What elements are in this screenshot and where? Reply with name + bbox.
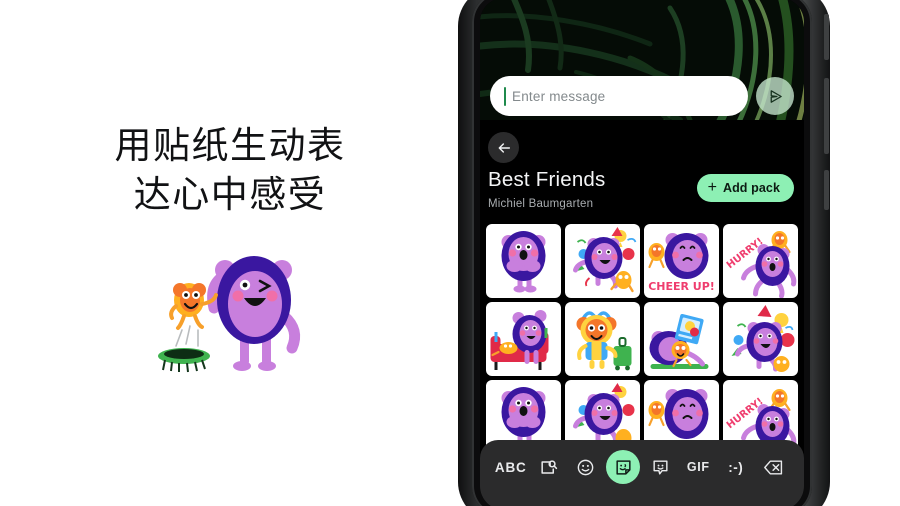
promo-headline: 用贴纸生动表 达心中感受 — [0, 122, 460, 220]
sticker-icon — [616, 459, 631, 475]
emoticon-label: :-) — [728, 459, 744, 475]
sticker-item[interactable] — [565, 224, 640, 298]
message-bar: Enter message — [480, 72, 804, 120]
gif-key[interactable]: GIF — [681, 450, 715, 484]
add-pack-label: Add pack — [722, 181, 780, 195]
headline-line-2: 达心中感受 — [133, 172, 327, 216]
back-button[interactable] — [488, 132, 519, 163]
send-button[interactable] — [756, 77, 794, 115]
sticker-item[interactable] — [644, 302, 719, 376]
image-search-icon — [541, 459, 557, 474]
sticker-item[interactable] — [565, 302, 640, 376]
sticker-item[interactable] — [486, 302, 561, 376]
screenshot-root: 用贴纸生动表 达心中感受 Enter message Best Friends … — [0, 0, 900, 506]
add-pack-button[interactable]: + Add pack — [696, 174, 794, 202]
backspace-icon — [763, 459, 782, 475]
sticker-panel: Best Friends Michiel Baumgarten + Add pa… — [480, 120, 804, 506]
sticker-caption: CHEER UP! — [648, 280, 715, 293]
text-cursor — [504, 86, 506, 106]
phone-side-button-1[interactable] — [824, 14, 829, 60]
plus-icon: + — [707, 179, 717, 196]
emoji-icon — [577, 459, 594, 475]
avatar-sticker-button[interactable] — [644, 450, 678, 484]
image-search-button[interactable] — [531, 450, 565, 484]
gif-label: GIF — [686, 460, 710, 474]
promo-illustration — [152, 238, 312, 378]
phone-side-button-3[interactable] — [824, 170, 829, 210]
sticker-button[interactable] — [606, 450, 641, 484]
emoticon-key[interactable]: :-) — [719, 450, 753, 484]
sticker-pack-header: Best Friends Michiel Baumgarten + Add pa… — [488, 169, 796, 218]
phone-device: Enter message Best Friends Michiel Baumg… — [458, 0, 830, 506]
sticker-item[interactable] — [723, 302, 798, 376]
phone-side-button-2[interactable] — [824, 78, 829, 154]
abc-label: ABC — [494, 459, 527, 475]
backspace-button[interactable] — [756, 450, 790, 484]
arrow-left-icon — [498, 142, 510, 153]
emoji-button[interactable] — [569, 450, 603, 484]
avatar-sticker-icon — [653, 459, 668, 475]
abc-key[interactable]: ABC — [494, 450, 528, 484]
promo-panel: 用贴纸生动表 达心中感受 — [0, 0, 460, 506]
sticker-item[interactable] — [486, 224, 561, 298]
sticker-item[interactable]: CHEER UP! — [644, 224, 719, 298]
message-input[interactable]: Enter message — [490, 76, 748, 116]
send-icon — [770, 89, 782, 103]
sticker-item[interactable]: HURRY! — [723, 224, 798, 298]
message-placeholder: Enter message — [512, 88, 606, 104]
keyboard-toolbar: ABC GIF:-) — [480, 440, 804, 506]
headline-line-1: 用贴纸生动表 — [114, 124, 346, 167]
phone-screen: Enter message Best Friends Michiel Baumg… — [480, 0, 804, 506]
